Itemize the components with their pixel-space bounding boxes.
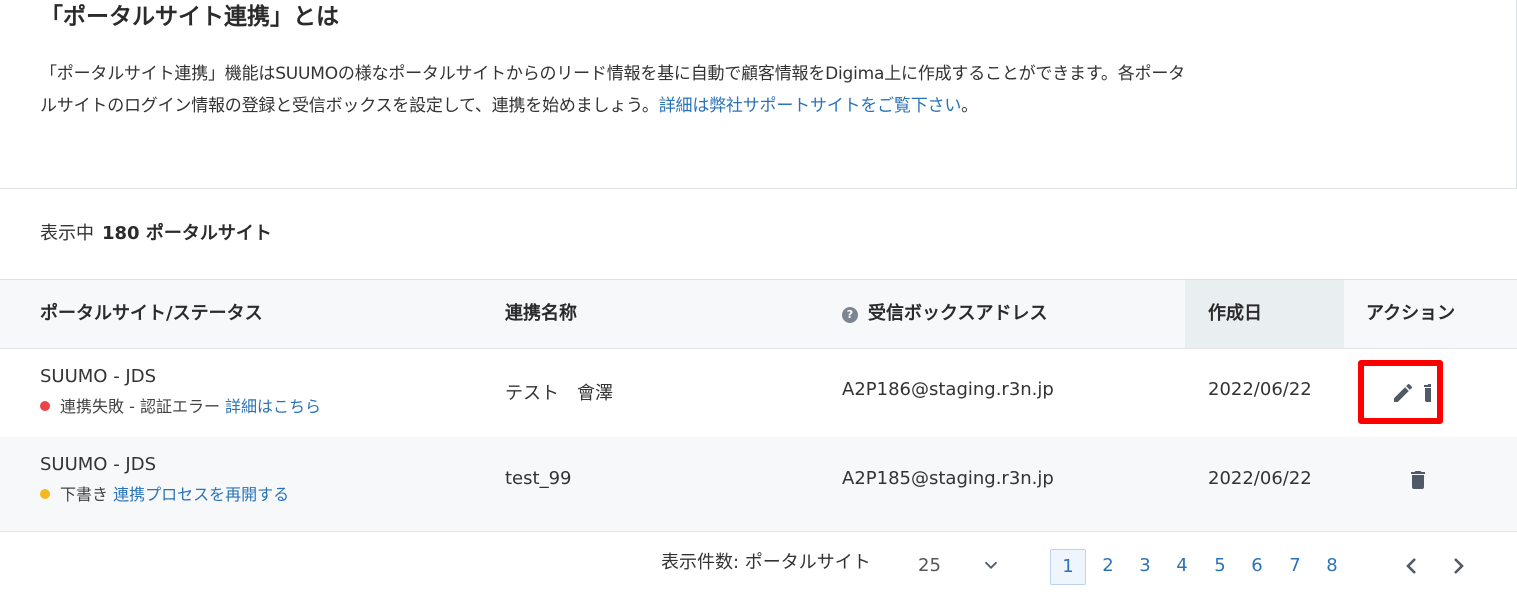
header-inbox[interactable]: ? 受信ボックスアドレス (842, 280, 1047, 348)
header-inbox-label: 受信ボックスアドレス (868, 303, 1048, 324)
section-divider (0, 188, 1517, 189)
chevron-down-icon[interactable] (980, 554, 1002, 576)
resume-process-link[interactable]: 連携プロセスを再開する (113, 485, 289, 504)
row-name: テスト 會澤 (505, 383, 613, 404)
page-6[interactable]: 6 (1246, 549, 1268, 585)
status-text: 連携失敗 - 認証エラー (60, 397, 220, 416)
row-created: 2022/06/22 (1208, 468, 1312, 489)
status-dot-draft (40, 489, 50, 499)
support-site-link[interactable]: 詳細は弊社サポートサイトをご覧下さい (659, 96, 962, 116)
page-3[interactable]: 3 (1134, 549, 1156, 585)
table-row: SUUMO - JDS 連携失敗 - 認証エラー 詳細はこちら テスト 會澤 A… (0, 349, 1517, 437)
header-site-status[interactable]: ポータルサイト/ステータス (40, 280, 263, 348)
count-value: 180 ポータルサイト (102, 223, 272, 244)
row-inbox: A2P186@staging.r3n.jp (842, 379, 1054, 400)
question-circle-icon[interactable]: ? (842, 307, 858, 323)
page-title: 「ポータルサイト連携」とは (40, 4, 339, 30)
row-status: 連携失敗 - 認証エラー 詳細はこちら (40, 396, 321, 418)
page-1[interactable]: 1 (1050, 549, 1086, 585)
header-created[interactable]: 作成日 (1185, 280, 1344, 348)
row-inbox: A2P185@staging.r3n.jp (842, 468, 1054, 489)
row-status: 下書き 連携プロセスを再開する (40, 484, 289, 506)
page-5[interactable]: 5 (1209, 549, 1231, 585)
table-header: ポータルサイト/ステータス 連携名称 ? 受信ボックスアドレス 作成日 アクション (0, 279, 1517, 349)
status-text: 下書き (60, 485, 109, 504)
table-row: SUUMO - JDS 下書き 連携プロセスを再開する test_99 A2P1… (0, 437, 1517, 532)
row-created: 2022/06/22 (1208, 379, 1312, 400)
status-detail-link[interactable]: 詳細はこちら (225, 397, 321, 416)
row-name: test_99 (505, 468, 572, 489)
description-line2: ルサイトのログイン情報の登録と受信ボックスを設定して、連携を始めましょう。 (40, 96, 659, 116)
count-prefix: 表示中 (40, 223, 94, 244)
header-actions: アクション (1366, 303, 1456, 324)
trash-icon[interactable] (1406, 468, 1430, 492)
row-site-name: SUUMO - JDS (40, 366, 157, 387)
page-size-select[interactable]: 25 (918, 553, 941, 579)
chevron-right-icon[interactable] (1446, 554, 1470, 578)
page-2[interactable]: 2 (1097, 549, 1119, 585)
chevron-left-icon[interactable] (1400, 554, 1424, 578)
pagination: 表示件数: ポータルサイト 25 1 2 3 4 5 6 7 8 (0, 532, 1517, 598)
page-4[interactable]: 4 (1171, 549, 1193, 585)
description-period: 。 (961, 96, 978, 116)
info-description: 「ポータルサイト連携」機能はSUUMOの様なポータルサイトからのリード情報を基に… (40, 58, 1480, 122)
highlight-box (1358, 360, 1443, 424)
status-dot-error (40, 401, 50, 411)
header-name[interactable]: 連携名称 (505, 280, 577, 348)
page-size-label: 表示件数: ポータルサイト (661, 552, 871, 573)
row-site-name: SUUMO - JDS (40, 454, 157, 475)
result-count: 表示中 180 ポータルサイト (40, 221, 272, 247)
page-7[interactable]: 7 (1284, 549, 1306, 585)
description-line1: 「ポータルサイト連携」機能はSUUMOの様なポータルサイトからのリード情報を基に… (40, 64, 1185, 84)
page-8[interactable]: 8 (1321, 549, 1343, 585)
